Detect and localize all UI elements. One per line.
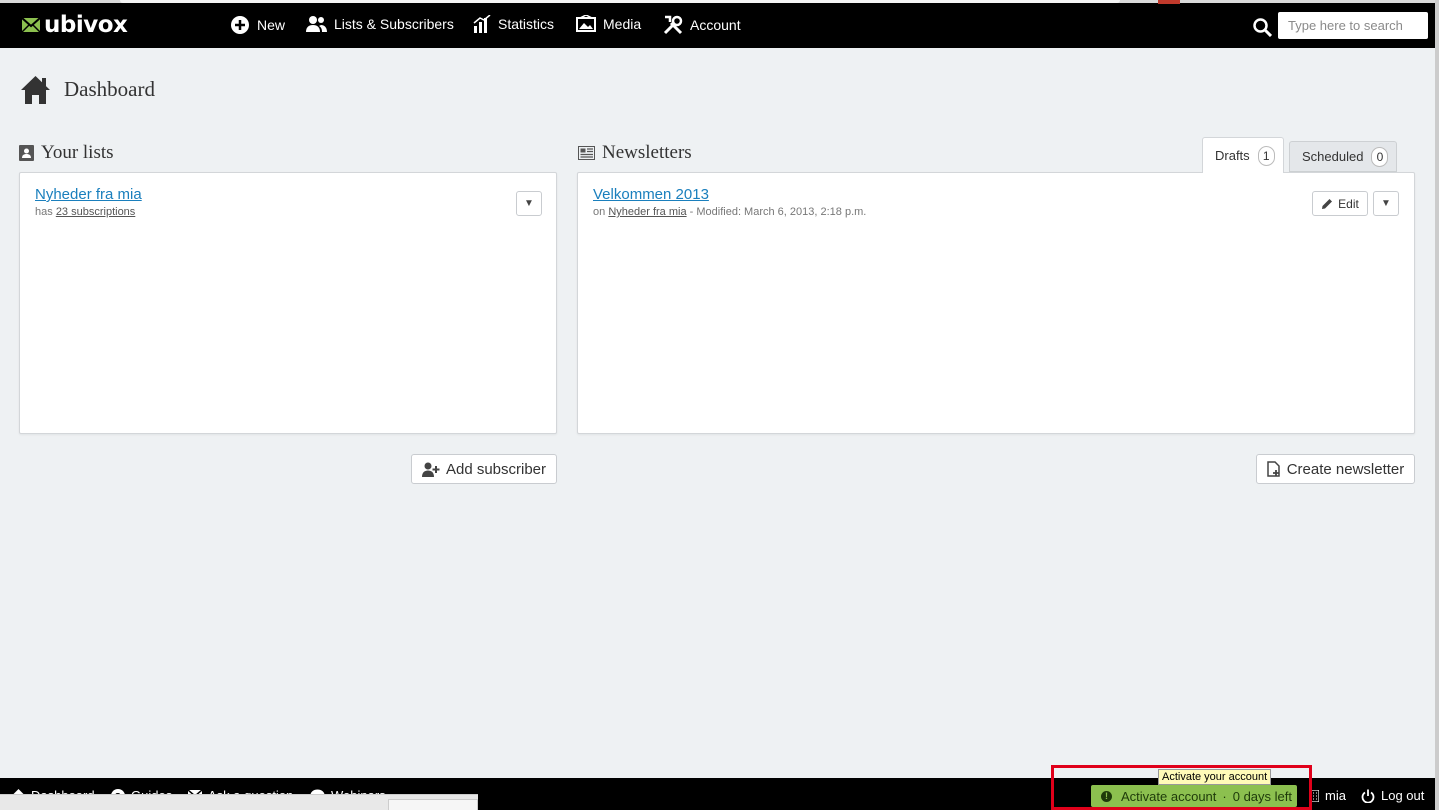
add-subscriber-button[interactable]: Add subscriber xyxy=(411,454,557,484)
nav-new[interactable]: New xyxy=(230,15,285,35)
home-icon xyxy=(21,76,50,104)
brand-name: ubivox xyxy=(44,12,128,38)
nav-media[interactable]: Media xyxy=(576,15,641,32)
logout-label: Log out xyxy=(1381,788,1425,803)
edit-label: Edit xyxy=(1338,196,1359,211)
page-title: Dashboard xyxy=(64,77,155,101)
footer-user-name: mia xyxy=(1325,788,1346,803)
browser-tab[interactable] xyxy=(120,0,1120,3)
lists-section-title: Your lists xyxy=(19,142,114,164)
nav-statistics[interactable]: Statistics xyxy=(473,15,554,33)
top-navbar: ubivox New Lists & Subscribers Statistic… xyxy=(0,0,1435,48)
browser-badge xyxy=(1158,0,1180,4)
lists-title: Your lists xyxy=(41,142,114,163)
subscriptions-link[interactable]: 23 subscriptions xyxy=(56,206,136,218)
plus-circle-icon xyxy=(231,16,249,34)
newsletter-item-meta: on Nyheder fra mia - Modified: March 6, … xyxy=(593,206,866,218)
image-icon xyxy=(576,15,596,32)
create-newsletter-button[interactable]: Create newsletter xyxy=(1256,454,1415,484)
newsletters-panel: Velkommen 2013 on Nyheder fra mia - Modi… xyxy=(577,172,1415,434)
tab-drafts[interactable]: Drafts 1 xyxy=(1202,137,1284,173)
tools-icon xyxy=(663,15,683,35)
list-item-name[interactable]: Nyheder fra mia xyxy=(35,186,142,203)
newsletter-list-link[interactable]: Nyheder fra mia xyxy=(608,206,686,218)
nav-lists-label: Lists & Subscribers xyxy=(334,16,454,32)
list-options-dropdown[interactable]: ▼ xyxy=(516,191,542,216)
list-item-meta: has 23 subscriptions xyxy=(35,206,135,218)
add-user-icon xyxy=(421,462,440,477)
chevron-down-icon: ▼ xyxy=(1381,198,1391,209)
browser-tab-strip xyxy=(0,0,1435,4)
search-input[interactable] xyxy=(1278,12,1428,39)
newsletter-item-name[interactable]: Velkommen 2013 xyxy=(593,186,709,203)
activate-account-button[interactable]: ! Activate account · 0 days left xyxy=(1091,785,1297,807)
logout-button[interactable]: Log out xyxy=(1361,788,1424,803)
newsletters-section-title: Newsletters xyxy=(578,142,692,164)
brand-logo[interactable]: ubivox xyxy=(22,12,128,38)
info-icon: ! xyxy=(1101,790,1112,802)
new-document-icon xyxy=(1266,461,1280,477)
tab-scheduled[interactable]: Scheduled 0 xyxy=(1289,141,1398,172)
footer-user[interactable]: mia xyxy=(1311,788,1346,803)
nav-media-label: Media xyxy=(603,15,642,32)
activate-separator: · xyxy=(1222,788,1227,804)
pencil-icon xyxy=(1322,198,1333,209)
overlapping-window-edge xyxy=(0,794,478,810)
tab-drafts-label: Drafts xyxy=(1215,148,1250,163)
envelope-logo-icon xyxy=(22,17,40,33)
nav-account-label: Account xyxy=(690,17,741,33)
window-edge xyxy=(1435,0,1439,810)
edit-newsletter-button[interactable]: Edit xyxy=(1312,191,1368,216)
days-left: 0 days left xyxy=(1232,788,1292,804)
tab-scheduled-label: Scheduled xyxy=(1302,149,1364,164)
list-meta-prefix: has xyxy=(35,206,53,218)
lists-panel: Nyheder fra mia has 23 subscriptions ▼ xyxy=(19,172,557,434)
newsletter-modified: - Modified: March 6, 2013, 2:18 p.m. xyxy=(689,206,867,218)
overlapping-window-tab xyxy=(388,799,478,810)
newsletters-title: Newsletters xyxy=(602,142,692,163)
scheduled-count-badge: 0 xyxy=(1371,146,1389,167)
chevron-down-icon: ▼ xyxy=(524,198,534,209)
add-subscriber-label: Add subscriber xyxy=(445,460,547,478)
newsletter-meta-prefix: on xyxy=(593,206,606,218)
users-icon xyxy=(306,16,327,32)
drafts-count-badge: 1 xyxy=(1257,145,1275,166)
nav-lists-subscribers[interactable]: Lists & Subscribers xyxy=(306,15,454,33)
newsletter-options-dropdown[interactable]: ▼ xyxy=(1373,191,1399,216)
activate-label: Activate account xyxy=(1121,788,1217,804)
nav-statistics-label: Statistics xyxy=(498,16,555,32)
nav-account[interactable]: Account xyxy=(663,15,741,35)
power-icon xyxy=(1361,789,1375,803)
activate-tooltip: Activate your account xyxy=(1158,769,1272,785)
bar-chart-icon xyxy=(473,15,491,33)
create-newsletter-label: Create newsletter xyxy=(1286,460,1405,478)
address-book-icon xyxy=(19,145,34,161)
newspaper-icon xyxy=(578,146,595,160)
page-header: Dashboard xyxy=(20,74,155,105)
building-icon xyxy=(1311,789,1319,802)
search-icon[interactable] xyxy=(1253,18,1272,37)
nav-new-label: New xyxy=(257,17,286,33)
